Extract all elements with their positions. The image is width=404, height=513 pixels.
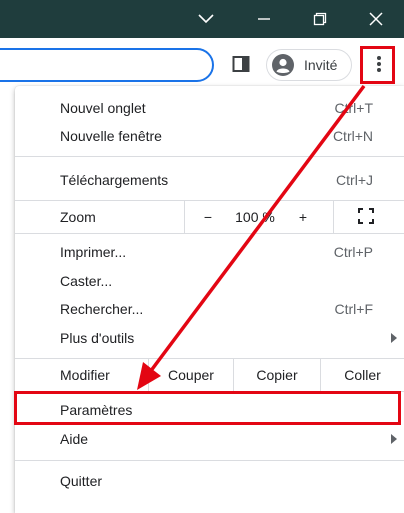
profile-label: Invité xyxy=(304,57,338,73)
paste-button[interactable]: Coller xyxy=(321,359,404,391)
address-bar[interactable] xyxy=(0,48,214,82)
menu-item-find[interactable]: Rechercher... Ctrl+F xyxy=(15,295,404,323)
menu-edit-row: Modifier Couper Copier Coller xyxy=(15,359,404,391)
menu-item-label: Rechercher... xyxy=(60,301,144,317)
menu-separator xyxy=(15,233,404,234)
menu-item-shortcut: Ctrl+F xyxy=(334,301,374,317)
menu-item-label: Téléchargements xyxy=(60,172,169,188)
menu-item-shortcut: Ctrl+N xyxy=(332,128,373,144)
fullscreen-icon xyxy=(358,207,374,227)
chevron-down-icon xyxy=(198,14,214,24)
zoom-out-label: − xyxy=(203,209,213,225)
minimize-button[interactable] xyxy=(236,0,292,38)
restore-icon xyxy=(313,12,327,26)
menu-item-new-tab[interactable]: Nouvel onglet Ctrl+T xyxy=(15,94,404,122)
annotation-highlight-settings xyxy=(14,391,401,425)
submenu-arrow-icon xyxy=(391,333,397,343)
cut-label: Couper xyxy=(168,367,214,383)
menu-item-new-window[interactable]: Nouvelle fenêtre Ctrl+N xyxy=(15,122,404,150)
close-icon xyxy=(369,12,383,26)
menu-item-help[interactable]: Aide xyxy=(15,425,404,453)
annotation-highlight-menu-button xyxy=(360,46,395,84)
fullscreen-button[interactable] xyxy=(348,201,384,233)
menu-item-downloads[interactable]: Téléchargements Ctrl+J xyxy=(15,166,404,194)
restore-button[interactable] xyxy=(292,0,348,38)
edit-label: Modifier xyxy=(60,367,110,383)
menu-item-label: Nouvel onglet xyxy=(60,100,146,116)
submenu-arrow-icon xyxy=(391,434,397,444)
menu-item-label: Caster... xyxy=(60,273,113,289)
side-panel-button[interactable] xyxy=(226,50,256,80)
paste-label: Coller xyxy=(344,367,381,383)
menu-item-shortcut: Ctrl+T xyxy=(334,100,374,116)
minimize-icon xyxy=(257,12,271,26)
close-window-button[interactable] xyxy=(348,0,404,38)
zoom-label: Zoom xyxy=(60,209,96,225)
menu-separator xyxy=(15,460,404,461)
tab-search-button[interactable] xyxy=(178,0,234,38)
menu-item-quit[interactable]: Quitter xyxy=(15,467,404,495)
browser-toolbar: Invité xyxy=(0,38,404,92)
menu-item-label: Nouvelle fenêtre xyxy=(60,128,162,144)
copy-button[interactable]: Copier xyxy=(234,359,320,391)
menu-item-label: Quitter xyxy=(60,473,103,489)
side-panel-icon xyxy=(232,55,250,76)
window-titlebar xyxy=(0,0,404,38)
copy-label: Copier xyxy=(256,367,298,383)
cut-button[interactable]: Couper xyxy=(149,359,233,391)
menu-item-label: Aide xyxy=(60,431,89,447)
zoom-divider xyxy=(184,201,185,233)
menu-zoom-row: Zoom − 100 % + xyxy=(15,201,404,233)
zoom-in-label: + xyxy=(298,209,308,225)
zoom-in-button[interactable]: + xyxy=(288,201,318,233)
zoom-divider xyxy=(333,201,334,233)
menu-item-shortcut: Ctrl+P xyxy=(333,244,373,260)
chrome-main-menu: Nouvel onglet Ctrl+T Nouvelle fenêtre Ct… xyxy=(15,86,404,513)
menu-item-label: Plus d'outils xyxy=(60,330,135,346)
avatar-icon xyxy=(272,54,294,76)
profile-button[interactable]: Invité xyxy=(266,49,352,81)
menu-item-more-tools[interactable]: Plus d'outils xyxy=(15,324,404,352)
zoom-level: 100 % xyxy=(227,201,283,233)
menu-item-shortcut: Ctrl+J xyxy=(336,172,373,188)
menu-item-label: Imprimer... xyxy=(60,244,127,260)
menu-item-cast[interactable]: Caster... xyxy=(15,267,404,295)
zoom-out-button[interactable]: − xyxy=(193,201,223,233)
menu-item-print[interactable]: Imprimer... Ctrl+P xyxy=(15,238,404,266)
zoom-level-value: 100 % xyxy=(235,209,275,225)
menu-separator xyxy=(15,156,404,157)
